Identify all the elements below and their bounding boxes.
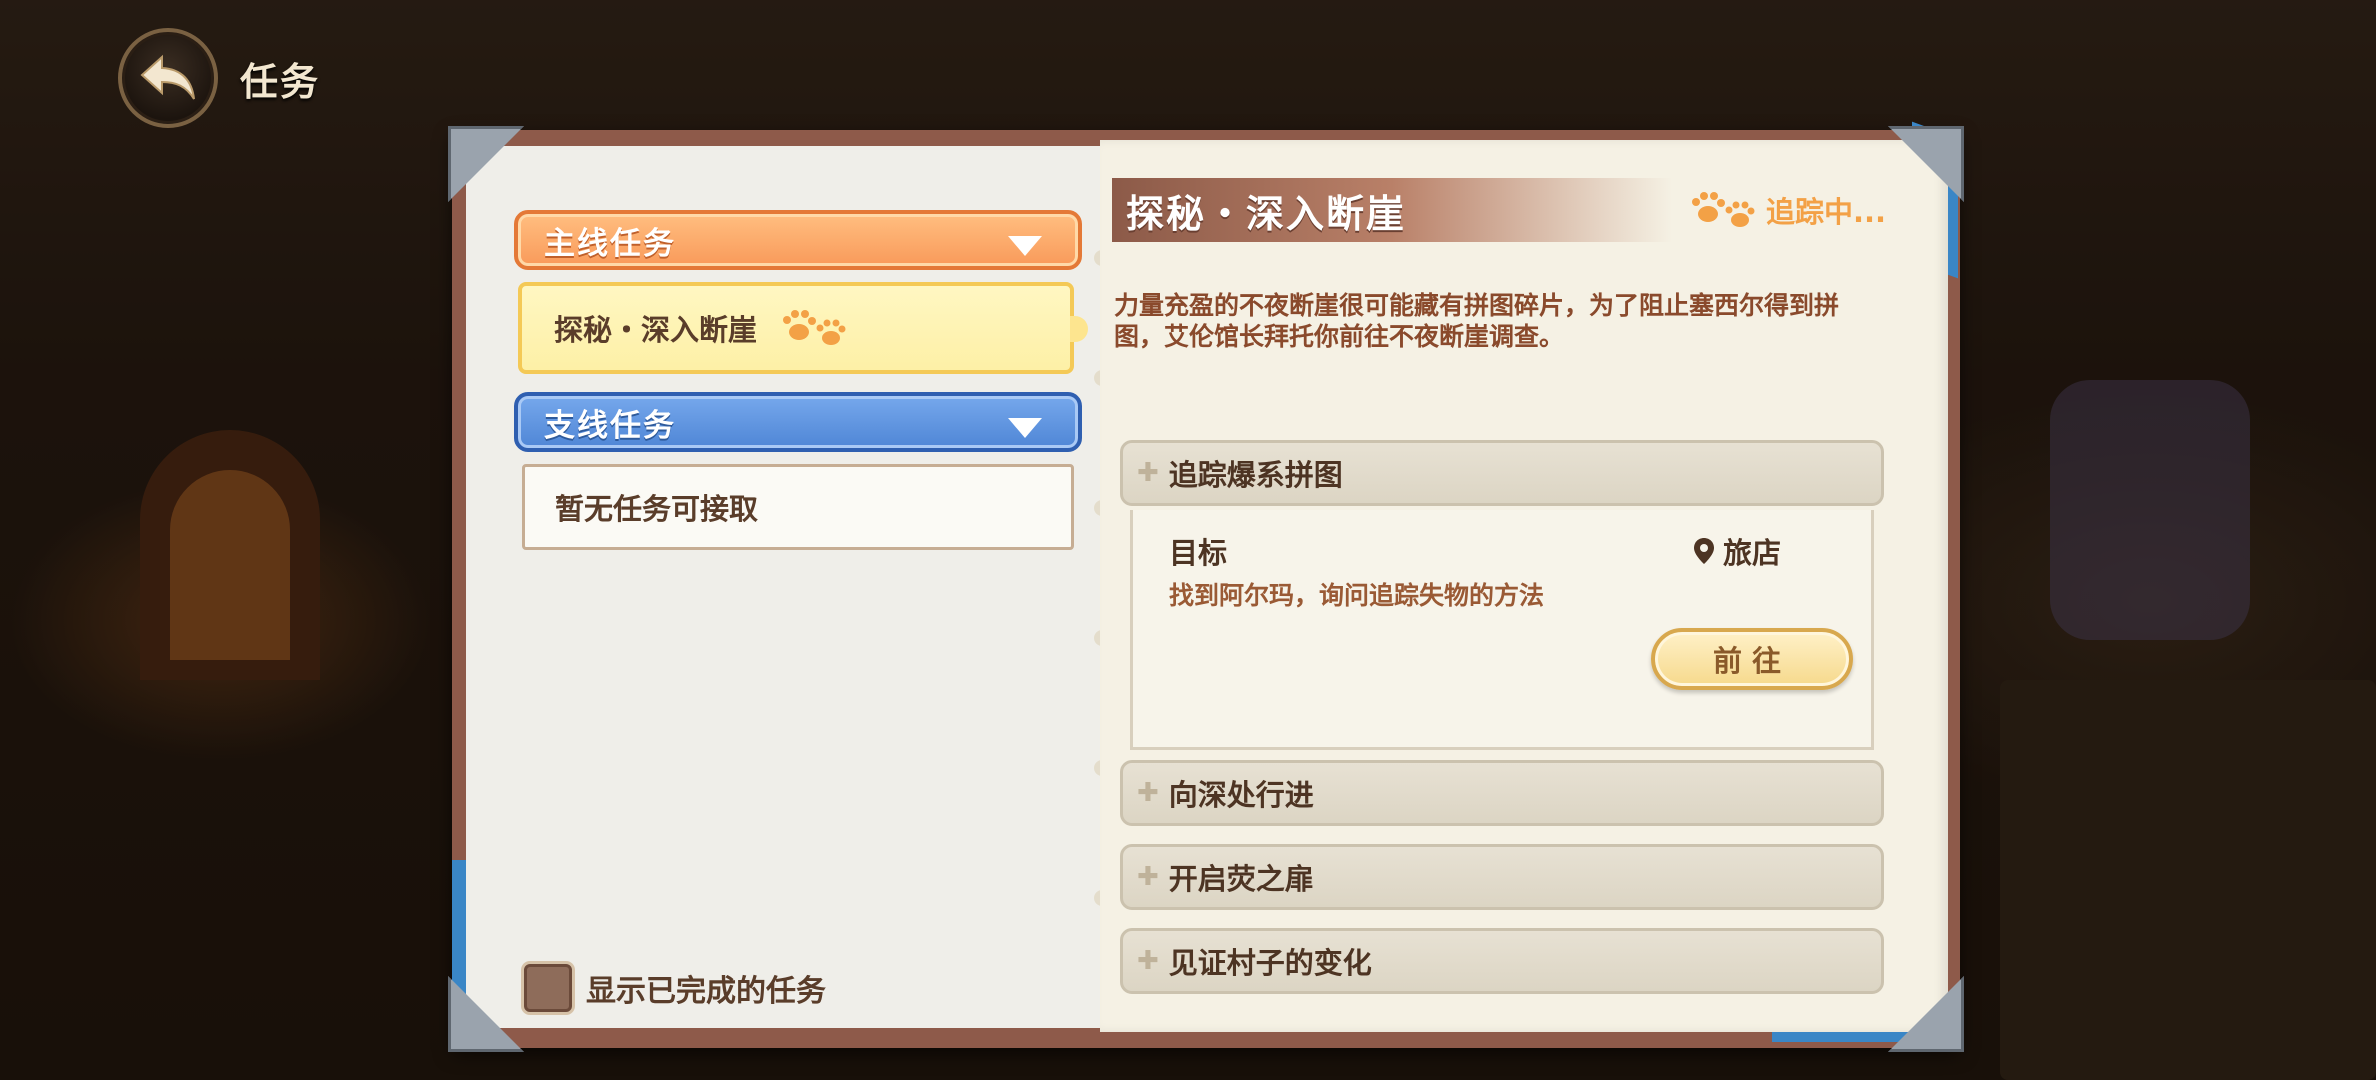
show-completed-toggle[interactable]: 显示已完成的任务 bbox=[524, 964, 826, 1012]
quest-step-2[interactable]: ✚ 向深处行进 bbox=[1120, 760, 1884, 826]
quest-list-page: 主线任务 探秘・深入断崖 支线任务 暂无任务可接取 显示已完成的任务 bbox=[466, 146, 1102, 1028]
go-button[interactable]: 前往 bbox=[1651, 628, 1853, 690]
quest-step-4[interactable]: ✚ 见证村子的变化 bbox=[1120, 928, 1884, 994]
step-1-details: 目标 旅店 找到阿尔玛，询问追踪失物的方法 前往 bbox=[1130, 510, 1874, 750]
quest-title-bar: 探秘・深入断崖 bbox=[1112, 178, 1672, 242]
plus-icon: ✚ bbox=[1137, 946, 1159, 976]
side-quest-empty: 暂无任务可接取 bbox=[522, 464, 1074, 550]
tracking-label: 追踪中... bbox=[1765, 195, 1886, 229]
empty-label: 暂无任务可接取 bbox=[555, 492, 759, 526]
paw-tracking-icon bbox=[1691, 192, 1755, 227]
main-quest-category-label: 主线任务 bbox=[544, 225, 676, 262]
tracking-status[interactable]: 追踪中... bbox=[1688, 188, 1886, 232]
chevron-down-icon bbox=[1008, 236, 1042, 256]
quest-item-selected[interactable]: 探秘・深入断崖 bbox=[518, 282, 1088, 374]
plus-icon: ✚ bbox=[1137, 778, 1159, 808]
step-title: 见证村子的变化 bbox=[1168, 946, 1372, 980]
plus-icon: ✚ bbox=[1137, 458, 1159, 488]
main-quest-category[interactable]: 主线任务 bbox=[514, 210, 1082, 270]
checkbox[interactable] bbox=[524, 964, 572, 1012]
quest-step-3[interactable]: ✚ 开启荧之扉 bbox=[1120, 844, 1884, 910]
top-header: 任务 bbox=[118, 28, 320, 128]
step-title: 追踪爆系拼图 bbox=[1168, 458, 1343, 492]
objective-label: 目标 bbox=[1169, 536, 1228, 570]
quest-detail-page: 探秘・深入断崖 追踪中... 力量充盈的不夜断崖很可能藏有拼图碎片，为了阻止塞西… bbox=[1100, 140, 1948, 1032]
step-title: 开启荧之扉 bbox=[1168, 862, 1314, 896]
side-quest-category-label: 支线任务 bbox=[544, 407, 676, 444]
back-button[interactable] bbox=[118, 28, 218, 128]
back-arrow-icon bbox=[140, 54, 195, 100]
location-label: 旅店 bbox=[1723, 536, 1782, 570]
quest-title: 探秘・深入断崖 bbox=[1126, 191, 1407, 236]
chevron-down-icon bbox=[1008, 418, 1042, 438]
side-quest-category[interactable]: 支线任务 bbox=[514, 392, 1082, 452]
plus-icon: ✚ bbox=[1137, 862, 1159, 892]
show-completed-label: 显示已完成的任务 bbox=[586, 974, 826, 1009]
quest-book-panel: 主线任务 探秘・深入断崖 支线任务 暂无任务可接取 显示已完成的任务 探秘・深入… bbox=[448, 121, 1964, 1052]
page-title: 任务 bbox=[240, 59, 321, 104]
objective-text: 找到阿尔玛，询问追踪失物的方法 bbox=[1169, 581, 1545, 610]
paw-tracking-icon bbox=[783, 310, 846, 345]
location-pin-icon bbox=[1694, 538, 1714, 564]
quest-description: 力量充盈的不夜断崖很可能藏有拼图碎片，为了阻止塞西尔得到拼图，艾伦馆长拜托你前往… bbox=[1114, 291, 1840, 351]
step-title: 向深处行进 bbox=[1168, 778, 1314, 812]
quest-step-1[interactable]: ✚ 追踪爆系拼图 bbox=[1120, 440, 1884, 506]
selection-tab bbox=[1070, 316, 1088, 342]
quest-item-label: 探秘・深入断崖 bbox=[554, 313, 758, 347]
objective-location: 旅店 bbox=[1693, 530, 1781, 572]
